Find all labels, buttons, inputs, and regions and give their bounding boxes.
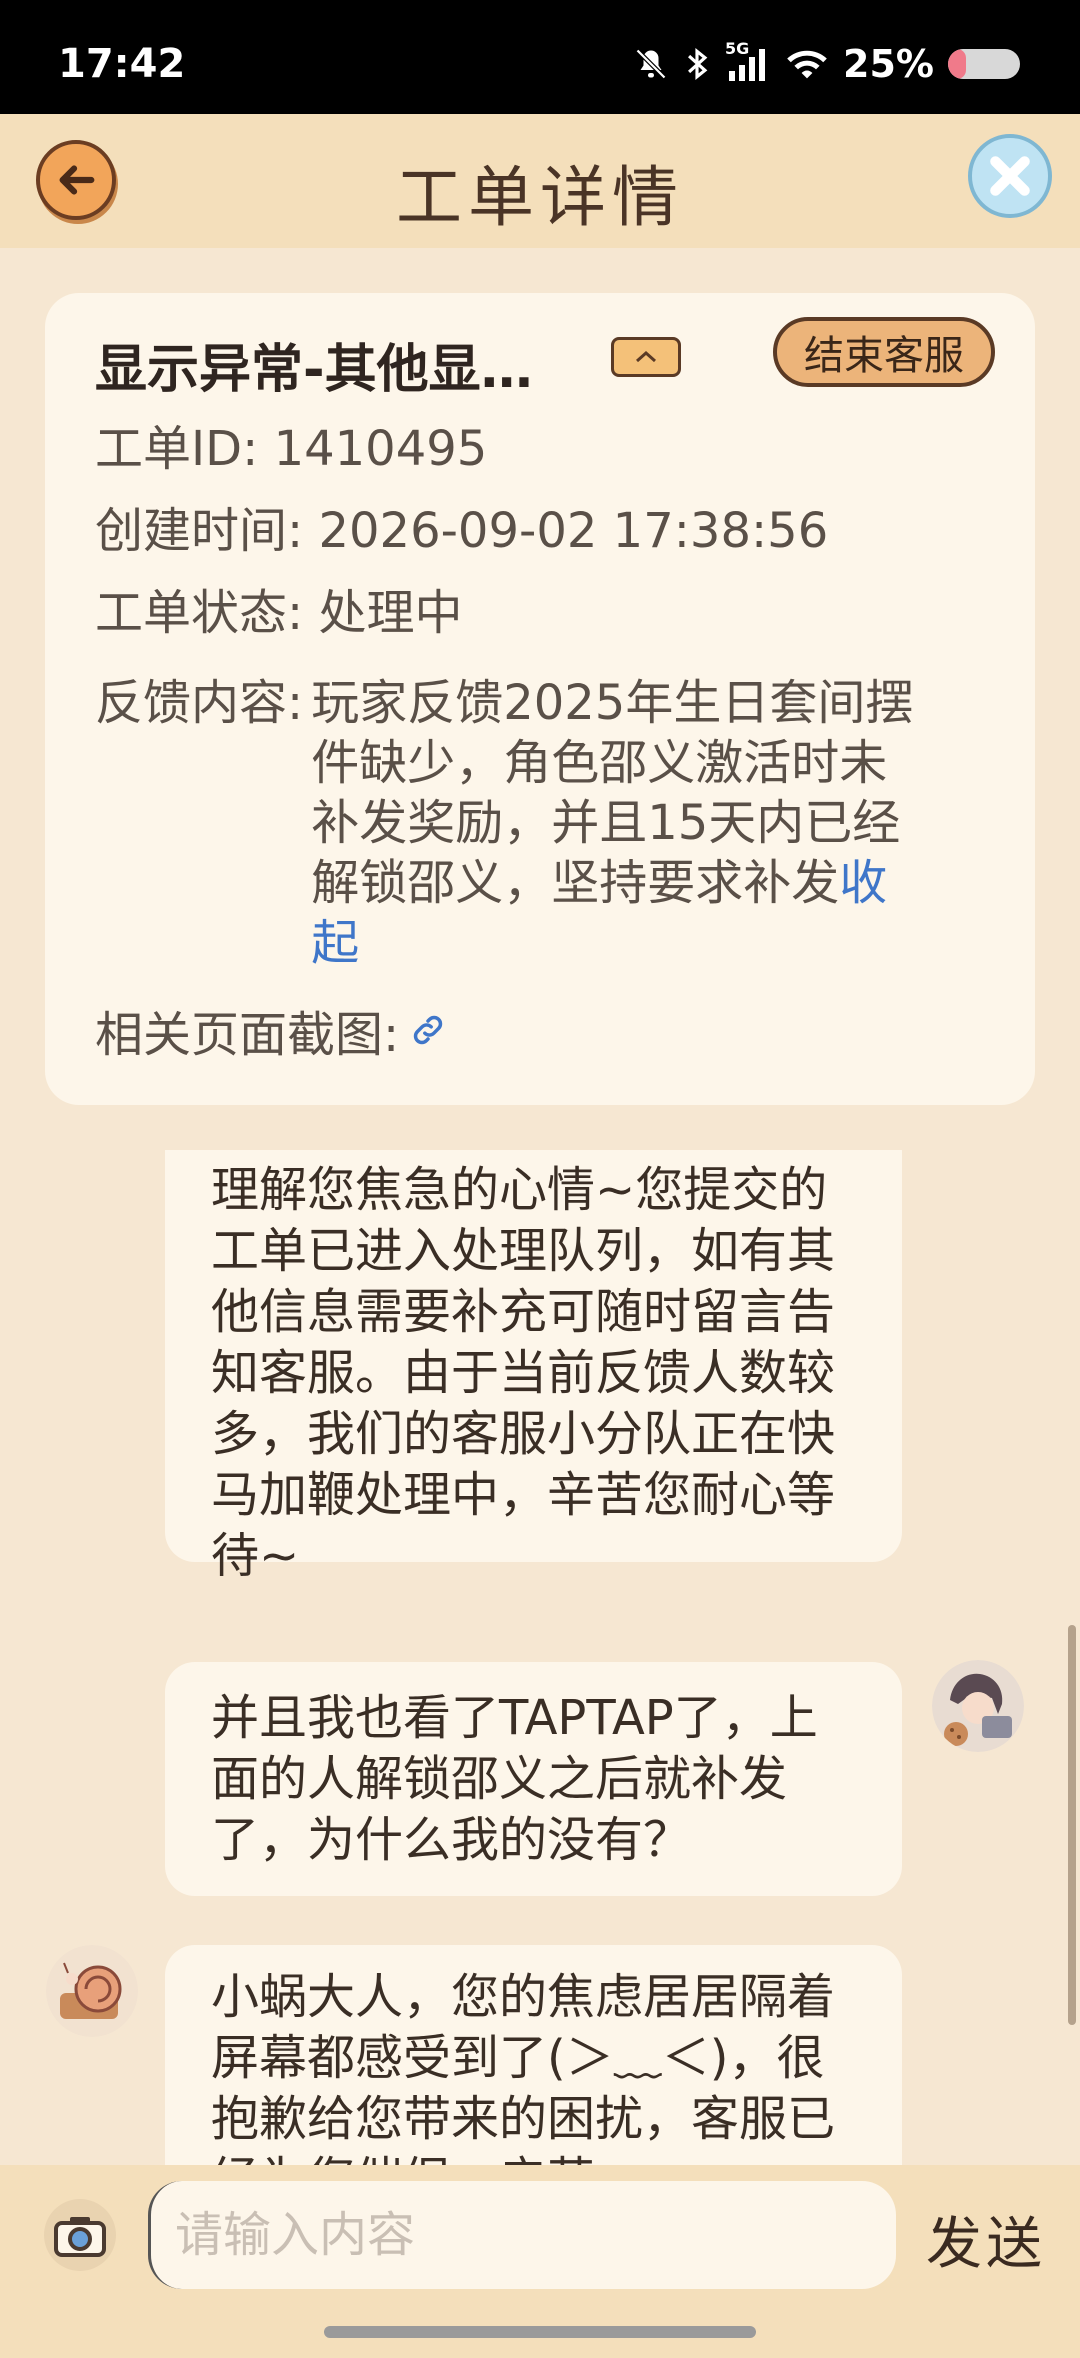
message-text: 小蜗大人，您的焦虑居居隔着屏幕都感受到了(＞﹏＜)，很抱歉给您带来的困扰，客服已… [211, 1969, 836, 2165]
battery-percent: 25% [843, 42, 934, 86]
status-time: 17:42 [58, 41, 186, 87]
service-message-bubble: 理解您焦急的心情~您提交的工单已进入处理队列，如有其他信息需要补充可随时留言告知… [165, 1150, 902, 1584]
status-bar: 17:42 5G 25% [0, 0, 1080, 114]
ticket-title-toggle[interactable] [611, 337, 681, 377]
screenshot-row: 相关页面截图: [95, 995, 447, 1065]
send-button[interactable]: 发送 [926, 2199, 1046, 2280]
close-icon [990, 156, 1030, 196]
feedback-text: 玩家反馈2025年生日套间摆件缺少，角色邵义激活时未补发奖励，并且15天内已经解… [311, 675, 914, 911]
message-text: 并且我也看了TAPTAP了，上面的人解锁邵义之后就补发了，为什么我的没有？ [211, 1690, 818, 1868]
message-input[interactable] [148, 2181, 896, 2289]
message-text: 理解您焦急的心情~您提交的工单已进入处理队列，如有其他信息需要补充可随时留言告知… [211, 1162, 836, 1584]
ticket-id-value: 1410495 [273, 421, 488, 477]
screenshot-label: 相关页面截图: [95, 1007, 400, 1063]
bluetooth-icon [688, 48, 708, 80]
close-button[interactable] [968, 134, 1052, 218]
chat-scrollbar[interactable] [1068, 1625, 1076, 2025]
user-avatar[interactable] [932, 1660, 1024, 1752]
page-title: 工单详情 [396, 159, 684, 236]
created-time-value: 2026-09-02 17:38:56 [318, 503, 829, 559]
feedback-label: 反馈内容: [95, 675, 304, 731]
status-value: 处理中 [318, 585, 463, 641]
chevron-up-icon [636, 350, 656, 363]
wifi-icon [787, 50, 827, 79]
chat-area[interactable]: 理解您焦急的心情~您提交的工单已进入处理队列，如有其他信息需要补充可随时留言告知… [0, 1150, 1080, 2165]
home-indicator[interactable] [324, 2326, 756, 2338]
status-label: 工单状态: [95, 585, 304, 641]
end-service-button[interactable]: 结束客服 [773, 317, 995, 387]
status-icons: 5G 25% [633, 39, 1020, 86]
feedback-row: 反馈内容: 玩家反馈2025年生日套间摆件缺少，角色邵义激活时未补发奖励，并且1… [95, 673, 1015, 973]
camera-button[interactable] [44, 2199, 116, 2271]
ticket-card: 显示异常-其他显… 结束客服 工单ID: 1410495 创建时间: 2026-… [45, 293, 1035, 1105]
status-row: 工单状态: 处理中 [95, 583, 462, 643]
camera-icon [54, 2217, 106, 2257]
service-avatar[interactable] [46, 1945, 138, 2037]
ticket-id-label: 工单ID: [95, 421, 259, 477]
created-time-row: 创建时间: 2026-09-02 17:38:56 [95, 501, 828, 561]
ticket-title: 显示异常-其他显… [95, 340, 533, 400]
ticket-id-row: 工单ID: 1410495 [95, 419, 487, 479]
battery-level [948, 49, 966, 79]
service-message-bubble: 小蜗大人，您的焦虑居居隔着屏幕都感受到了(＞﹏＜)，很抱歉给您带来的困扰，客服已… [165, 1945, 902, 2165]
signal-icon: 5G [725, 39, 771, 83]
battery-icon [948, 49, 1020, 79]
feedback-content: 玩家反馈2025年生日套间摆件缺少，角色邵义激活时未补发奖励，并且15天内已经解… [311, 673, 931, 973]
mute-bell-icon [635, 48, 667, 80]
link-icon[interactable] [409, 1011, 447, 1049]
created-time-label: 创建时间: [95, 503, 304, 559]
app-header: 工单详情 [0, 114, 1080, 248]
user-message-bubble: 并且我也看了TAPTAP了，上面的人解锁邵义之后就补发了，为什么我的没有？ [165, 1662, 902, 1896]
